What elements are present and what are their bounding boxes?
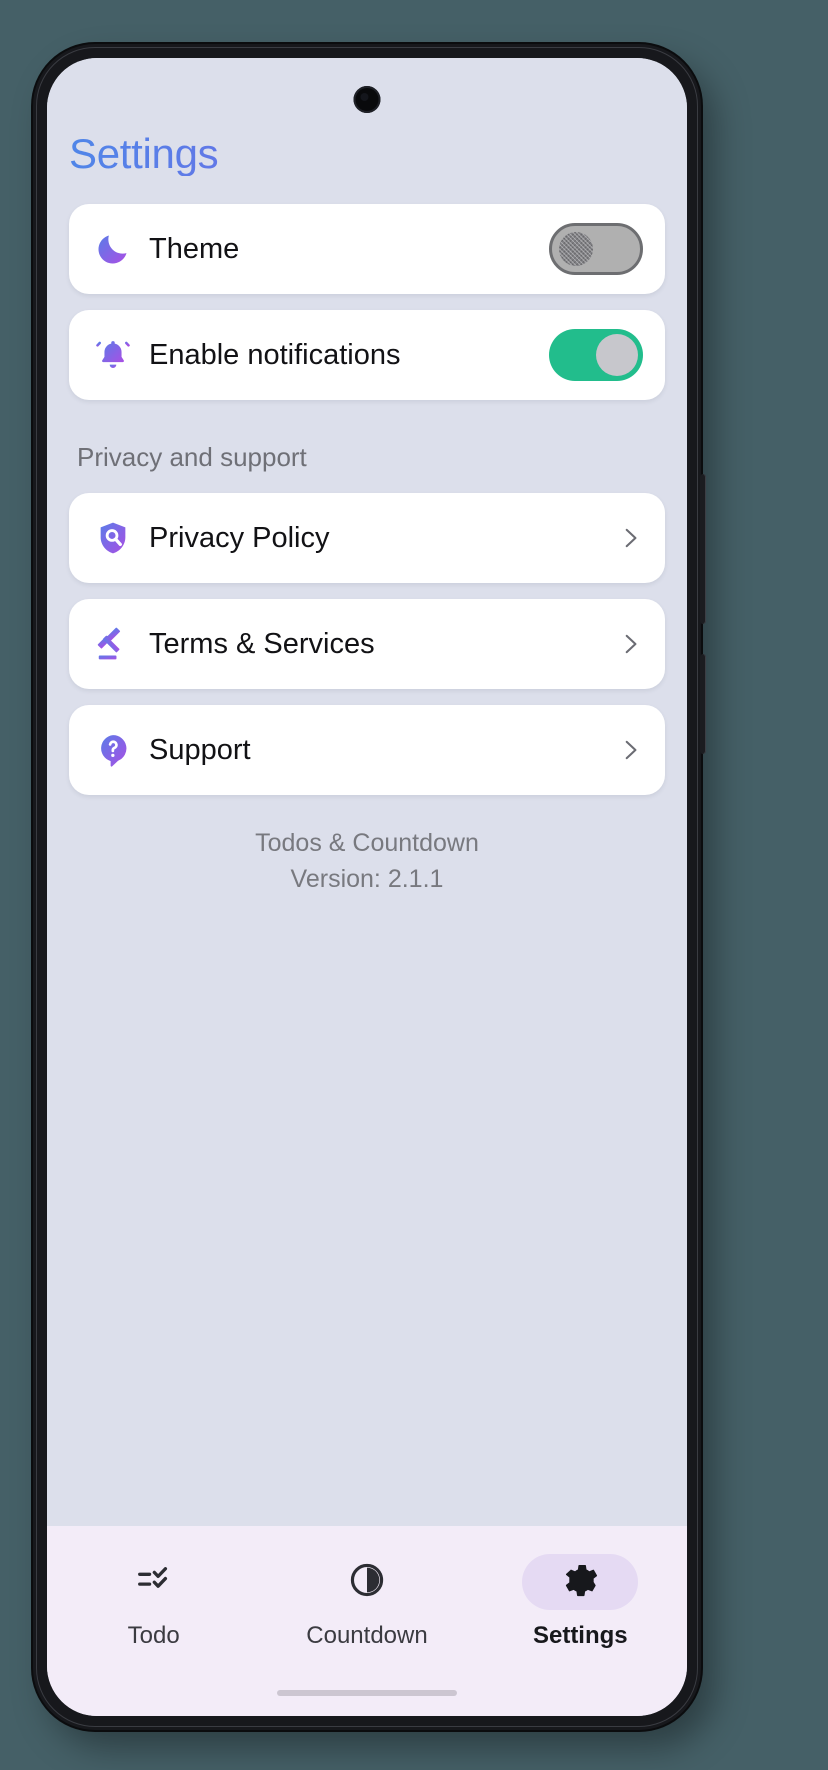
chevron-right-icon	[617, 523, 643, 553]
home-indicator	[277, 1690, 457, 1696]
link-row-terms-services[interactable]: Terms & Services	[69, 599, 665, 690]
chevron-right-icon	[617, 629, 643, 659]
moon-icon	[93, 229, 133, 269]
chevron-right-icon	[617, 735, 643, 765]
pie-clock-icon	[348, 1561, 386, 1604]
nav-item-label: Todo	[127, 1622, 180, 1649]
notifications-toggle[interactable]	[549, 329, 643, 382]
app-footer: Todos & Countdown Version: 2.1.1	[69, 825, 665, 898]
settings-row-theme[interactable]: Theme	[69, 204, 665, 295]
nav-icon-wrap	[522, 1554, 639, 1610]
toggle-knob	[559, 232, 593, 267]
phone-screen: Settings Theme Enable notifications Priv…	[47, 58, 687, 1716]
gavel-icon	[93, 624, 133, 664]
link-row-label: Terms & Services	[149, 627, 375, 660]
shield-search-icon	[93, 518, 133, 558]
bell-icon	[93, 335, 133, 375]
gear-icon	[562, 1562, 598, 1603]
nav-item-todo[interactable]: Todo	[47, 1554, 260, 1650]
settings-row-label: Theme	[149, 232, 240, 265]
nav-item-settings[interactable]: Settings	[474, 1554, 687, 1650]
page-title: Settings	[69, 131, 665, 176]
phone-frame: Settings Theme Enable notifications Priv…	[33, 44, 706, 1730]
nav-item-label: Countdown	[306, 1622, 428, 1649]
power-button[interactable]	[700, 654, 706, 754]
app-name-label: Todos & Countdown	[255, 829, 479, 858]
front-camera-icon	[353, 86, 381, 113]
settings-row-label: Enable notifications	[149, 338, 401, 371]
link-row-label: Privacy Policy	[149, 521, 330, 554]
section-header-privacy-support: Privacy and support	[77, 442, 307, 473]
link-row-support[interactable]: Support	[69, 705, 665, 796]
nav-item-countdown[interactable]: Countdown	[260, 1554, 473, 1650]
link-row-privacy-policy[interactable]: Privacy Policy	[69, 493, 665, 584]
nav-icon-wrap	[96, 1554, 212, 1610]
question-bubble-icon	[93, 730, 133, 770]
checklist-icon	[135, 1561, 173, 1604]
bottom-navigation-bar: Todo Countdown Settings	[47, 1526, 687, 1716]
nav-icon-wrap	[309, 1554, 425, 1610]
theme-toggle[interactable]	[549, 223, 643, 276]
volume-button[interactable]	[700, 474, 706, 624]
toggle-knob	[596, 334, 638, 377]
settings-screen-content: Settings Theme Enable notifications Priv…	[47, 58, 687, 1526]
link-row-label: Support	[149, 733, 251, 766]
settings-row-notifications[interactable]: Enable notifications	[69, 310, 665, 401]
app-version-label: Version: 2.1.1	[290, 865, 444, 894]
nav-item-label: Settings	[532, 1622, 628, 1649]
